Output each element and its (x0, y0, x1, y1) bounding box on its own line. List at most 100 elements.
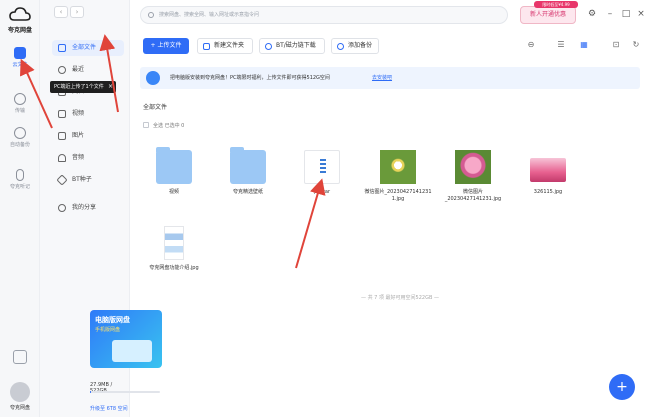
select-all-checkbox[interactable]: 全选 已选中 0 (143, 122, 184, 129)
bt-download-button[interactable]: BT/磁力链下载 (259, 38, 325, 54)
rail-item-transfer[interactable]: 传输 (4, 90, 36, 118)
storage-bar-fill (90, 391, 92, 393)
settings-icon[interactable]: ⚙ (586, 8, 598, 20)
rail-item-label: 自动备份 (9, 142, 30, 148)
file-count-footer: — 共 7 项 最好可用空间522GB — (361, 295, 439, 301)
image-thumbnail (530, 158, 566, 182)
user-name: 夸克网盘 (9, 405, 30, 411)
breadcrumb[interactable]: 全部文件 (143, 102, 167, 111)
search-icon (148, 12, 154, 18)
sidebar-item-bt[interactable]: BT种子 (52, 172, 124, 188)
notice-banner: 把电脑版安装到夸克网盘！PC端限时福利，上传文件即可获得512G空间 去安装吧 (140, 67, 640, 89)
select-icon[interactable]: ⊡ (611, 40, 621, 50)
file-name: 夸克精选壁纸 (232, 189, 263, 195)
file-name: pic.rar (313, 189, 331, 195)
folder-icon (58, 44, 66, 52)
promo-title: 电脑版网盘 (95, 316, 130, 324)
image-thumbnail (380, 150, 416, 184)
sidebar-item-label: 图片 (72, 132, 85, 139)
sidebar-item-label: 我的分享 (72, 204, 97, 211)
rail-item-recorder[interactable]: 夸克听记 (4, 166, 36, 194)
sidebar-item-images[interactable]: 图片 (52, 128, 124, 144)
button-label: 添加备份 (348, 42, 373, 49)
file-item[interactable]: 326115.jpg (512, 150, 584, 220)
button-label: BT/磁力链下载 (276, 42, 316, 49)
image-thumbnail (164, 226, 184, 260)
chevron-down-icon: ▼ (108, 45, 112, 51)
sidebar-item-all-files[interactable]: 全部文件 ▼ (52, 40, 124, 56)
notice-link[interactable]: 去安装吧 (372, 67, 392, 89)
add-backup-button[interactable]: 添加备份 (331, 38, 379, 54)
refresh-icon[interactable]: ↻ (631, 40, 641, 50)
image-thumbnail (455, 150, 491, 184)
phone-icon[interactable] (13, 350, 27, 364)
sidebar-item-label: 视频 (72, 110, 85, 117)
minimize-button[interactable]: – (604, 8, 616, 20)
promo-banner[interactable]: 电脑版网盘 手机版网盘 (90, 310, 162, 368)
storage-bar (90, 391, 160, 393)
info-icon (146, 71, 160, 85)
back-button[interactable]: ‹ (54, 6, 68, 18)
file-name: 夸克网盘功能介绍.jpg (149, 265, 199, 271)
sidebar-item-label: 音频 (72, 154, 85, 161)
quark-logo-icon (9, 7, 31, 21)
upload-button[interactable]: + 上传文件 (143, 38, 189, 54)
vip-button[interactable]: 新人开通优惠 (520, 6, 576, 24)
recorder-icon (16, 169, 24, 181)
file-name: 微信图片_20230427141231.jpg (444, 189, 502, 202)
link-icon (265, 43, 272, 50)
avatar[interactable] (10, 382, 30, 402)
cloud-file-icon (14, 47, 26, 59)
app-name: 夸克网盘 (7, 27, 32, 34)
vip-badge: 限时低至¥4.99 (534, 1, 578, 8)
add-button[interactable]: + (609, 374, 635, 400)
bt-icon (56, 174, 68, 186)
search-input[interactable]: 搜索网盘、搜索全网、输入网址或示意指令问 (140, 6, 508, 24)
rail-item-label: 夸克听记 (9, 184, 30, 190)
rail-item-label: 云文件 (12, 62, 28, 68)
upgrade-link[interactable]: 升级至 6T8 空间 (90, 405, 128, 412)
file-item[interactable]: 夸克网盘功能介绍.jpg (138, 226, 210, 290)
file-item[interactable]: 微信图片_20230427141231.jpg (437, 150, 509, 220)
new-folder-icon (203, 43, 210, 50)
sidebar-item-label: BT种子 (72, 176, 92, 183)
folder-icon (156, 147, 192, 184)
left-rail: 夸克网盘 云文件 传输 自动备份 夸克听记 夸克网盘 (0, 0, 40, 417)
file-name: 微信图片_20230427141231 1.jpg (364, 189, 432, 202)
rail-item-cloud-files[interactable]: 云文件 (4, 44, 36, 72)
close-button[interactable]: × (635, 8, 647, 20)
backup-icon (14, 127, 26, 139)
file-name: 视频 (168, 189, 179, 195)
rail-item-backup[interactable]: 自动备份 (4, 124, 36, 152)
sidebar-item-audio[interactable]: 音频 (52, 150, 124, 166)
folder-icon (230, 147, 266, 184)
new-folder-button[interactable]: 新建文件夹 (197, 38, 253, 54)
sidebar: ‹ › 全部文件 ▼ 最近 文档 视频 图片 音频 BT种子 (40, 0, 162, 417)
sidebar-item-label: 全部文件 (72, 44, 97, 51)
file-item[interactable]: 视频 (138, 147, 210, 220)
image-icon (58, 132, 66, 140)
file-name: 326115.jpg (533, 189, 563, 195)
video-icon (58, 110, 66, 118)
headphones-icon (58, 154, 66, 162)
sidebar-item-videos[interactable]: 视频 (52, 106, 124, 122)
maximize-button[interactable]: □ (620, 8, 632, 20)
close-icon[interactable]: × (108, 81, 113, 93)
sort-icon[interactable]: ⊖ (526, 40, 536, 50)
file-item[interactable]: 夸克精选壁纸 (212, 147, 284, 220)
forward-button[interactable]: › (70, 6, 84, 18)
file-item[interactable]: 微信图片_20230427141231 1.jpg (362, 150, 434, 220)
list-view-icon[interactable]: ☰ (556, 40, 566, 50)
share-icon (58, 204, 66, 212)
grid-view-icon[interactable]: ▦ (579, 40, 589, 50)
archive-icon (304, 150, 340, 184)
top-bar: 搜索网盘、搜索全网、输入网址或示意指令问 新人开通优惠 限时低至¥4.99 ⚙ … (130, 0, 647, 30)
file-item[interactable]: pic.rar (286, 150, 358, 220)
rail-item-label: 传输 (14, 108, 25, 114)
clock-icon (58, 66, 66, 74)
checkbox-icon (143, 122, 149, 128)
sidebar-item-recent[interactable]: 最近 (52, 62, 124, 78)
tooltip-text: PC端近上传了1个文件 (54, 84, 104, 90)
sidebar-item-my-shares[interactable]: 我的分享 (52, 200, 124, 216)
upload-tooltip: PC端近上传了1个文件 × (50, 81, 116, 93)
